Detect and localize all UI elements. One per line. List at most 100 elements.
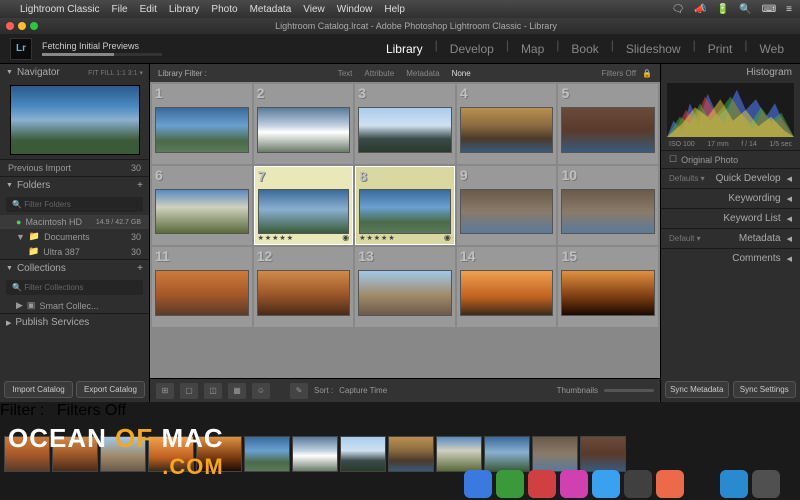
navigator-header[interactable]: ▼ Navigator FIT FILL 1:1 3:1 ▾: [0, 64, 149, 81]
grid-cell[interactable]: 15: [558, 247, 658, 327]
filmstrip-filters-off[interactable]: Filters Off: [57, 402, 126, 419]
grid-cell[interactable]: 1: [152, 84, 252, 164]
sync-settings-button[interactable]: Sync Settings: [733, 381, 797, 398]
grid-cell[interactable]: 2: [254, 84, 354, 164]
rating-stars[interactable]: ★★★★★: [258, 234, 294, 242]
thumbnail[interactable]: [561, 189, 655, 235]
import-catalog-button[interactable]: Import Catalog: [4, 381, 73, 398]
filmstrip-thumb[interactable]: [388, 436, 434, 472]
sync-metadata-button[interactable]: Sync Metadata: [665, 381, 729, 398]
filmstrip-thumb[interactable]: [532, 436, 578, 472]
dock-app-icon[interactable]: [720, 470, 748, 498]
minimize-icon[interactable]: [18, 22, 26, 30]
module-develop[interactable]: Develop: [444, 38, 500, 60]
filmstrip-thumb[interactable]: [580, 436, 626, 472]
nav-zoom-modes[interactable]: FIT FILL 1:1 3:1 ▾: [88, 69, 143, 77]
grid-cell[interactable]: 11: [152, 247, 252, 327]
panel-section-header[interactable]: Defaults ▾Quick Develop◀: [661, 168, 800, 188]
grid-scroll[interactable]: 1 2 3 4 5 6 7 ★★★★★ ◉8 ★★★★★ ◉9 10 11 12: [150, 82, 660, 378]
module-library[interactable]: Library: [380, 38, 429, 60]
loupe-view-button[interactable]: ▢: [180, 383, 198, 399]
menubar-view[interactable]: View: [303, 4, 325, 15]
collections-header[interactable]: ▼ Collections +: [0, 260, 149, 277]
grid-cell[interactable]: 13: [355, 247, 455, 327]
grid-cell[interactable]: 9: [457, 166, 557, 246]
filmstrip-thumb[interactable]: [244, 436, 290, 472]
menubar-edit[interactable]: Edit: [140, 4, 157, 15]
dock-app-icon[interactable]: [496, 470, 524, 498]
section-preset[interactable]: Defaults ▾: [669, 174, 705, 183]
menubar-search-icon[interactable]: 🔍: [739, 4, 751, 15]
menubar-status-icon[interactable]: 🗨: [672, 4, 685, 15]
menubar-input-icon[interactable]: ⌨: [762, 4, 776, 15]
module-map[interactable]: Map: [515, 38, 550, 60]
folders-header[interactable]: ▼ Folders +: [0, 177, 149, 194]
thumbnail[interactable]: [460, 107, 554, 153]
menubar-file[interactable]: File: [111, 4, 127, 15]
traffic-lights[interactable]: [6, 22, 38, 30]
folder-row[interactable]: ▼ 📁 Documents 30: [0, 229, 149, 244]
people-view-button[interactable]: ☺: [252, 383, 270, 399]
thumbnail[interactable]: [257, 107, 351, 153]
thumbnail[interactable]: [359, 189, 451, 234]
grid-cell[interactable]: 7 ★★★★★ ◉: [254, 166, 354, 246]
histogram-header[interactable]: Histogram: [661, 64, 800, 81]
filmstrip-thumb[interactable]: [436, 436, 482, 472]
module-slideshow[interactable]: Slideshow: [620, 38, 687, 60]
grid-cell[interactable]: 6: [152, 166, 252, 246]
dock-app-icon[interactable]: [624, 470, 652, 498]
grid-cell[interactable]: 3: [355, 84, 455, 164]
dock-app-icon[interactable]: [592, 470, 620, 498]
close-icon[interactable]: [6, 22, 14, 30]
checkbox-icon[interactable]: ☐: [669, 154, 677, 165]
module-web[interactable]: Web: [754, 38, 790, 60]
zoom-icon[interactable]: [30, 22, 38, 30]
volume-row[interactable]: ● Macintosh HD 14.9 / 42.7 GB: [0, 215, 149, 229]
thumbnail[interactable]: [155, 270, 249, 316]
panel-section-header[interactable]: Keyword List◀: [661, 208, 800, 228]
folder-row[interactable]: 📁 Ultra 387 30: [0, 244, 149, 259]
filmstrip-thumb[interactable]: [292, 436, 338, 472]
grid-cell[interactable]: 8 ★★★★★ ◉: [355, 166, 455, 246]
menubar-library[interactable]: Library: [169, 4, 200, 15]
module-book[interactable]: Book: [565, 38, 604, 60]
grid-cell[interactable]: 4: [457, 84, 557, 164]
section-preset[interactable]: Default ▾: [669, 234, 701, 243]
filter-collections-input[interactable]: 🔍 Filter Collections: [6, 280, 143, 295]
dock-app-icon[interactable]: [560, 470, 588, 498]
thumbnail[interactable]: [155, 107, 249, 153]
menubar-wifi-icon[interactable]: 🔋: [717, 4, 729, 15]
thumbnail[interactable]: [460, 270, 554, 316]
dock-app-icon[interactable]: [528, 470, 556, 498]
menubar-notif-icon[interactable]: ≡: [786, 4, 792, 15]
previous-import-row[interactable]: Previous Import 30: [0, 160, 149, 177]
compare-view-button[interactable]: ◫: [204, 383, 222, 399]
filmstrip-thumb[interactable]: [484, 436, 530, 472]
menubar-app[interactable]: Lightroom Classic: [20, 4, 99, 15]
panel-section-header[interactable]: Default ▾Metadata◀: [661, 228, 800, 248]
thumbnail[interactable]: [358, 270, 452, 316]
dock-app-icon[interactable]: [688, 470, 716, 498]
grid-view-button[interactable]: ⊞: [156, 383, 174, 399]
painter-icon[interactable]: ✎: [290, 383, 308, 399]
dock-app-icon[interactable]: [656, 470, 684, 498]
menubar-photo[interactable]: Photo: [211, 4, 237, 15]
mac-menubar[interactable]: Lightroom Classic File Edit Library Phot…: [0, 0, 800, 18]
grid-cell[interactable]: 14: [457, 247, 557, 327]
rating-stars[interactable]: ★★★★★: [359, 234, 395, 242]
navigator-preview[interactable]: [10, 85, 140, 155]
thumbnail[interactable]: [257, 270, 351, 316]
filter-tab-attribute[interactable]: Attribute: [358, 69, 400, 78]
filter-folders-input[interactable]: 🔍 Filter Folders: [6, 197, 143, 212]
thumb-size-slider[interactable]: [604, 389, 654, 392]
dock-app-icon[interactable]: [752, 470, 780, 498]
panel-section-header[interactable]: Keywording◀: [661, 188, 800, 208]
dock-app-icon[interactable]: [464, 470, 492, 498]
filter-tab-none[interactable]: None: [446, 69, 477, 78]
grid-cell[interactable]: 12: [254, 247, 354, 327]
add-icon[interactable]: +: [137, 263, 143, 274]
filters-off-label[interactable]: Filters Off: [602, 69, 637, 78]
original-photo-row[interactable]: ☐ Original Photo: [661, 150, 800, 168]
filter-tab-text[interactable]: Text: [332, 69, 359, 78]
thumbnail[interactable]: [155, 189, 249, 235]
